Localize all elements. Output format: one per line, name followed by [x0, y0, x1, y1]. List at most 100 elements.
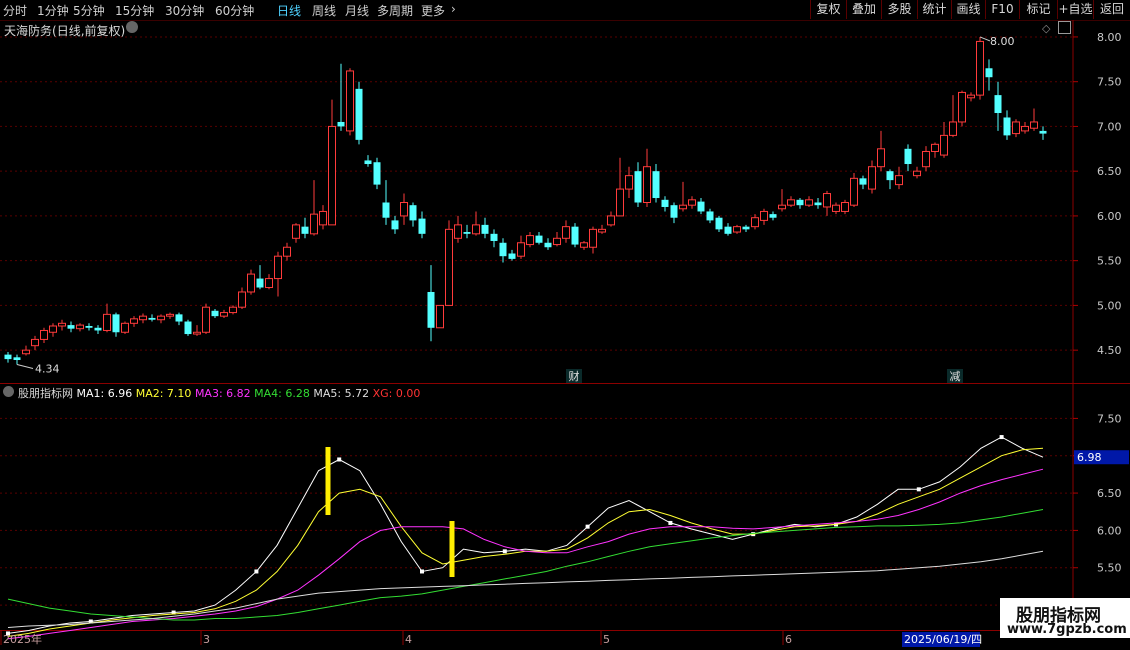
candle-body	[913, 170, 921, 177]
x-label-2: 4	[405, 633, 412, 646]
candle-body	[256, 278, 264, 288]
candle-body	[652, 171, 660, 199]
indicator-legend: 股朋指标网 MA1: 6.96 MA2: 7.10 MA3: 6.82 MA4:…	[18, 385, 420, 401]
y-tick-label: 5.00	[1097, 299, 1122, 312]
candle-body	[409, 205, 417, 221]
candle-body	[841, 202, 849, 212]
candle-body	[751, 217, 759, 228]
candle-body	[346, 70, 354, 132]
candle-body	[778, 204, 786, 210]
candle-body	[1030, 121, 1038, 129]
candle-body	[13, 357, 21, 360]
candle-body	[184, 321, 192, 335]
candle-body	[670, 205, 678, 218]
candle-body	[967, 94, 975, 99]
candle-body	[949, 121, 957, 136]
candle-body	[247, 273, 255, 293]
panel-toggle-icon[interactable]	[1058, 21, 1071, 34]
event-marker-1: 减	[950, 370, 961, 383]
candle-body	[895, 175, 903, 186]
ma1-point	[999, 435, 1004, 440]
candle-body	[985, 68, 993, 78]
candle-body	[292, 224, 300, 239]
cursor-date-label: 2025/06/19/四	[904, 633, 982, 646]
xg-signal-bar	[449, 521, 455, 577]
candle-body	[130, 318, 138, 324]
candle-body	[31, 338, 39, 347]
candle-body	[607, 215, 615, 226]
chart-canvas: 8.00 7.50 7.00 6.50 6.00 5.50 5.00 4.50 8.00 4.34…	[0, 20, 1130, 647]
series-line-MA5	[7, 550, 1044, 628]
y-tick-label: 7.50	[1097, 76, 1122, 89]
candle-body	[904, 148, 912, 165]
candle-body	[805, 199, 813, 206]
x-label-1: 3	[203, 633, 210, 646]
candle-body	[679, 204, 687, 210]
indicator-y-tick-label: 7.50	[1097, 412, 1122, 425]
candle-body	[580, 242, 588, 248]
diamond-icon[interactable]: ◇	[1042, 22, 1050, 35]
series-line-MA4	[7, 509, 1044, 621]
candle-body	[139, 315, 147, 321]
indicator-y-tick-label: 6.00	[1097, 524, 1122, 537]
candle-body	[868, 166, 876, 190]
candle-body	[121, 322, 129, 333]
candle-body	[301, 226, 309, 234]
series-line-MA2	[7, 447, 1044, 637]
candle-body	[994, 95, 1002, 114]
candle-body	[490, 233, 498, 241]
candle-body	[427, 291, 435, 328]
candle-body	[697, 201, 705, 212]
candle-body	[589, 228, 597, 248]
candle-body	[265, 278, 273, 289]
legend-item-2: MA3: 6.82	[194, 387, 255, 400]
legend-item-0: MA1: 6.96	[76, 387, 136, 400]
candle-body	[643, 166, 651, 203]
candle-body	[706, 211, 714, 221]
candle-body	[715, 217, 723, 230]
candle-body	[553, 237, 561, 246]
chevron-down-icon[interactable]	[3, 386, 14, 397]
y-tick-label: 8.00	[1097, 31, 1122, 44]
candle-body	[229, 306, 237, 314]
candle-body	[1012, 121, 1020, 135]
candle-body	[319, 210, 327, 226]
candle-body	[769, 214, 777, 218]
candle-body	[616, 188, 624, 217]
candle-body	[544, 242, 552, 248]
ma1-point	[668, 520, 673, 525]
candle-body	[364, 160, 372, 165]
candle-body	[463, 232, 471, 234]
candle-body	[976, 40, 984, 96]
candle-body	[877, 148, 885, 168]
ma1-point	[502, 549, 507, 554]
candle-body	[481, 224, 489, 234]
event-marker-0: 财	[569, 369, 580, 383]
legend-item-4: MA5: 5.72	[313, 387, 373, 400]
y-tick-label: 7.00	[1097, 120, 1122, 133]
candle-body	[355, 88, 363, 140]
candle-body	[373, 162, 381, 185]
candle-body	[859, 178, 867, 185]
candle-body	[1003, 117, 1011, 136]
candle-body	[562, 226, 570, 239]
candle-body	[571, 226, 579, 245]
candle-body	[40, 329, 48, 340]
y-tick-label: 4.50	[1097, 344, 1122, 357]
candle-body	[832, 204, 840, 212]
candle-body	[931, 143, 939, 152]
chevron-down-icon[interactable]	[126, 21, 138, 33]
candle-body	[958, 91, 966, 123]
candle-body	[661, 199, 669, 207]
x-label-4: 6	[785, 633, 792, 646]
candle-body	[4, 354, 12, 360]
candle-body	[724, 226, 732, 234]
y-tick-label: 5.50	[1097, 255, 1122, 268]
candle-body	[22, 349, 30, 355]
candle-body	[274, 255, 282, 280]
candle-body	[58, 322, 66, 327]
candle-body	[886, 171, 894, 181]
low-marker-line	[16, 363, 34, 369]
candle-body	[238, 291, 246, 308]
candle-body	[787, 199, 795, 206]
